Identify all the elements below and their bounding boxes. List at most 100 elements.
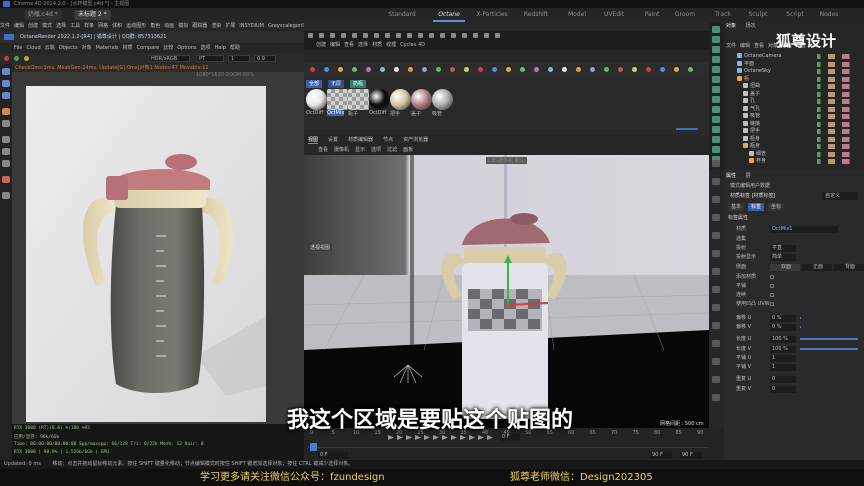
render-stop-icon[interactable] [4,56,9,61]
playback-button-8[interactable] [460,435,466,440]
playback-button-6[interactable] [442,435,448,440]
material-zoom-slider[interactable] [676,128,698,130]
layout-tab-uvedit[interactable]: UVEdit [598,8,630,22]
attribute-checkbox[interactable] [770,275,774,279]
octane-menu-item-3[interactable]: Objects [59,45,78,51]
octane-tool-icon-7[interactable] [408,67,413,72]
viewport-menu-item-0[interactable]: 查看 [318,147,328,153]
playback-button-3[interactable] [415,435,421,440]
snap-tool-icon[interactable] [2,192,10,199]
object-row[interactable]: 瓶身 [737,135,864,143]
objects-side-icon-3[interactable] [712,56,720,63]
attributes-subtab-0[interactable]: 基本 [728,203,745,211]
octane-tool-icon-25[interactable] [660,67,665,72]
menu-item-10[interactable]: 角色 [150,23,160,29]
objects-side-icon-10[interactable] [712,126,720,133]
material-ball-3[interactable] [369,89,390,110]
octane-menu-item-11[interactable]: Help [215,45,226,51]
attributes-menu-item-1[interactable]: 编辑 [740,183,750,189]
menu-item-5[interactable]: 工具 [70,23,80,29]
attribute-slider[interactable] [800,326,801,328]
viewport-menu-item-3[interactable]: 选项 [371,147,381,153]
objects-side-icon-9[interactable] [712,116,720,123]
menu-item-14[interactable]: 渲染 [211,23,221,29]
attribute-value-field[interactable]: 平直 [770,244,796,252]
octane-tool-icon-2[interactable] [338,67,343,72]
objects-side-icon-4[interactable] [712,66,720,73]
material-menu-item-5[interactable]: 纹理 [386,42,396,48]
timeline-playhead[interactable] [310,443,317,451]
attribute-checkbox[interactable] [770,293,774,297]
octane-tool-icon-3[interactable] [352,67,357,72]
octane-tool-icon-15[interactable] [520,67,525,72]
edges-mode-icon[interactable] [2,148,10,155]
viewport-tab-2[interactable]: 材质编辑器 [348,137,373,143]
viewport-side-icon-5[interactable] [712,250,720,257]
mid-tool-icon-11[interactable] [429,33,434,38]
objects-menu-item-1[interactable]: 编辑 [740,43,750,49]
mid-tool-icon-5[interactable] [363,33,368,38]
attribute-value-field[interactable]: 1 [770,363,796,371]
viewport-side-icon-8[interactable] [712,304,720,311]
attribute-value-field[interactable]: OctMix1 [770,225,838,233]
octane-menu-item-12[interactable]: 帮助 [230,45,240,51]
mid-tool-icon-7[interactable] [385,33,390,38]
viewport-side-icon-7[interactable] [712,286,720,293]
rotate-tool-icon[interactable] [2,80,10,87]
current-frame-field[interactable]: 0 F [500,434,520,441]
octane-tool-icon-9[interactable] [436,67,441,72]
object-row[interactable]: 吸管 [737,113,864,120]
octane-tool-icon-0[interactable] [310,67,315,72]
object-row[interactable]: 扭曲 [737,83,864,90]
layout-tab-sculpt[interactable]: Sculpt [742,8,774,22]
material-menu-item-4[interactable]: 材质 [372,42,382,48]
objects-side-icon-0[interactable] [712,26,720,33]
viewport-tab-3[interactable]: 节点 [383,137,393,143]
menu-item-16[interactable]: INSYDIUM [239,23,264,29]
objects-side-icon-11[interactable] [712,136,720,143]
viewport-menu-item-2[interactable]: 显示 [355,147,365,153]
viewport-side-icon-9[interactable] [712,322,720,329]
tab-attributes[interactable]: 属性 [726,173,736,179]
color-space-select[interactable]: HDR/sRGB [148,55,190,62]
objects-menu-item-0[interactable]: 文件 [726,43,736,49]
material-tab-all[interactable]: 全部 [306,80,323,88]
render-mode-select[interactable]: PT [196,55,224,62]
attribute-checkbox[interactable] [770,302,774,306]
attribute-value-field[interactable]: 1 [770,354,796,362]
playback-button-5[interactable] [433,435,439,440]
attributes-menu-item-2[interactable]: 用户数据 [750,183,770,189]
layout-tab-octane[interactable]: Octane [433,8,465,22]
playback-button-4[interactable] [424,435,430,440]
attributes-subtab-1[interactable]: 标签 [748,203,765,211]
octane-tool-icon-13[interactable] [492,67,497,72]
viewport-side-icon-3[interactable] [712,214,720,221]
document-tab-2[interactable]: 未标题 2 * [74,10,111,20]
viewport-side-icon-4[interactable] [712,232,720,239]
attributes-preset-select[interactable]: 自定义 [822,192,858,200]
object-row[interactable]: 盖子 [737,90,864,98]
mid-tool-icon-15[interactable] [473,33,478,38]
object-row[interactable]: 杯身 [737,158,864,165]
octane-tool-icon-27[interactable] [688,67,693,72]
playback-button-2[interactable] [406,435,412,440]
side-option-0[interactable]: 双面 [770,263,800,271]
tab-layers[interactable]: 层 [746,173,751,179]
mid-tool-icon-16[interactable] [484,33,489,38]
attribute-value-field[interactable]: 100 % [770,345,796,353]
menu-item-12[interactable]: 模拟 [178,23,188,29]
viewport-menu-item-5[interactable]: 面板 [403,147,413,153]
mid-tool-icon-3[interactable] [341,33,346,38]
mid-tool-icon-13[interactable] [451,33,456,38]
object-row[interactable]: 气孔 [737,105,864,113]
polygons-mode-icon[interactable] [2,160,10,167]
octane-menu-item-9[interactable]: Options [177,45,196,51]
viewport-side-icon-12[interactable] [712,376,720,383]
attribute-value-field[interactable]: 100 % [770,335,796,343]
octane-tool-icon-10[interactable] [450,67,455,72]
octane-tool-icon-6[interactable] [394,67,399,72]
octane-menu-item-10[interactable]: 选项 [201,45,211,51]
viewport-side-icon-1[interactable] [712,178,720,185]
mid-tool-icon-10[interactable] [418,33,423,38]
layout-tab-x-particles[interactable]: X-Particles [470,8,514,22]
